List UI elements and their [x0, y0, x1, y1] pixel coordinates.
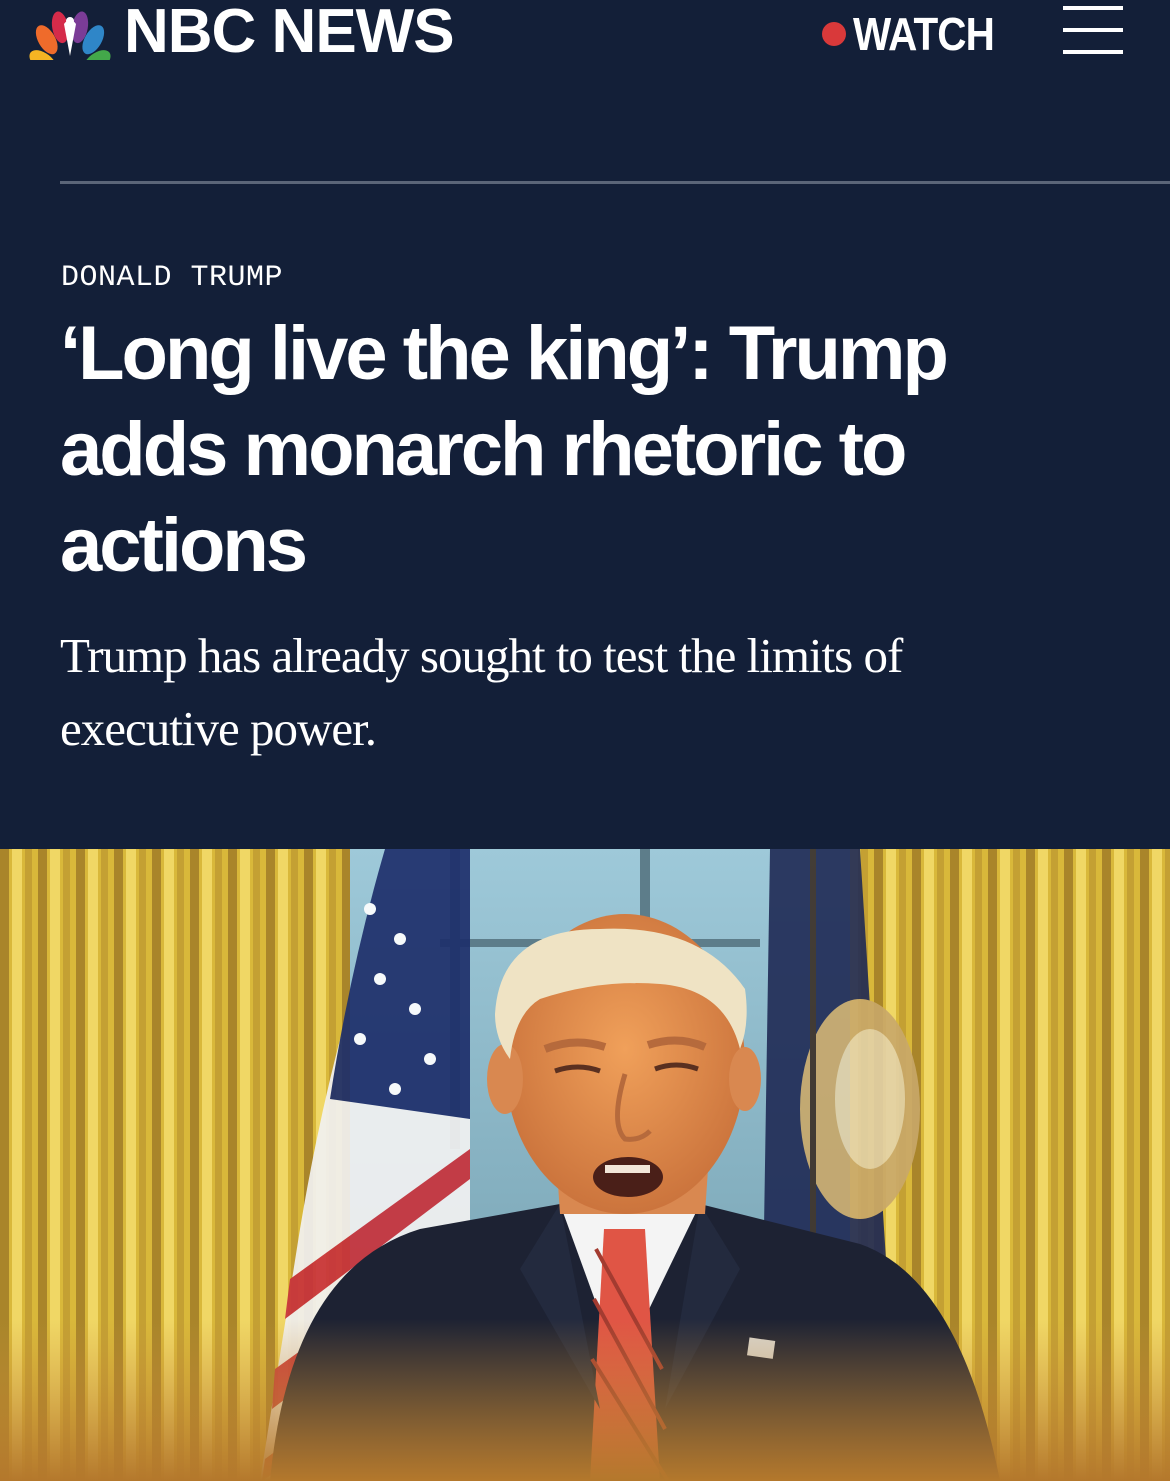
menu-bar — [1063, 6, 1123, 10]
hamburger-menu-icon[interactable] — [1063, 4, 1123, 58]
header-divider — [60, 181, 1170, 184]
hero-photo — [0, 849, 1170, 1481]
menu-bar — [1063, 50, 1123, 54]
menu-bar — [1063, 28, 1123, 32]
article-headline: ‘Long live the king’: Trump adds monarch… — [60, 311, 949, 588]
watch-label: WATCH — [853, 8, 995, 60]
nbc-news-logo-link[interactable]: NBC NEWS — [28, 0, 455, 66]
article-page: NBC NEWS WATCH DONALD TRUMP ‘Long live t… — [0, 0, 1170, 1481]
section-label[interactable]: DONALD TRUMP — [61, 258, 283, 298]
nbc-peacock-icon — [29, 11, 111, 60]
watch-live-button[interactable]: WATCH — [822, 6, 1013, 62]
site-header: NBC NEWS WATCH — [0, 0, 1170, 70]
hero-image — [0, 849, 1170, 1481]
brand-name: NBC NEWS — [124, 0, 455, 66]
live-indicator-icon — [822, 22, 846, 46]
article-dek: Trump has already sought to test the lim… — [60, 628, 903, 756]
